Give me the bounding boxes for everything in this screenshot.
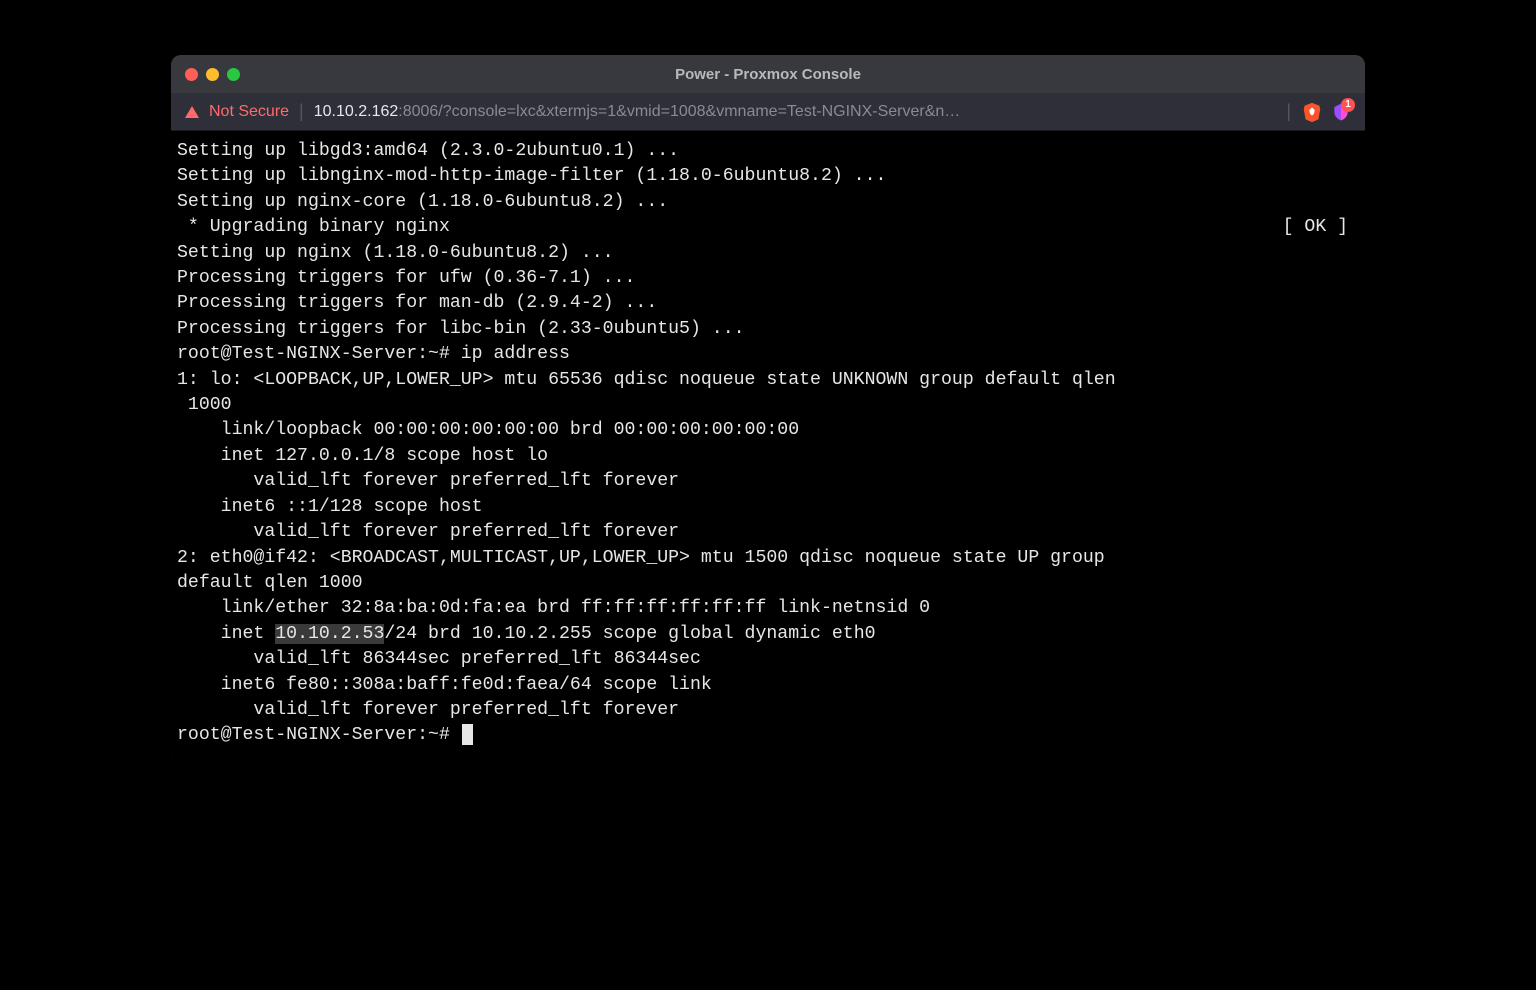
warning-icon: [185, 106, 199, 118]
terminal-line: link/ether 32:8a:ba:0d:fa:ea brd ff:ff:f…: [177, 598, 930, 618]
close-button[interactable]: [185, 68, 198, 81]
terminal[interactable]: Setting up libgd3:amd64 (2.3.0-2ubuntu0.…: [171, 131, 1365, 761]
url-host: 10.10.2.162: [314, 103, 399, 120]
minimize-button[interactable]: [206, 68, 219, 81]
terminal-prompt: root@Test-NGINX-Server:~#: [177, 725, 461, 745]
terminal-line: default qlen 1000: [177, 573, 363, 593]
status-ok: [ OK ]: [1283, 215, 1359, 240]
url-bar[interactable]: Not Secure | 10.10.2.162:8006/?console=l…: [171, 93, 1365, 131]
url-rest: :8006/?console=lxc&xtermjs=1&vmid=1008&v…: [398, 103, 960, 120]
terminal-line: Setting up libgd3:amd64 (2.3.0-2ubuntu0.…: [177, 141, 679, 161]
terminal-line: inet6 ::1/128 scope host: [177, 497, 494, 517]
titlebar[interactable]: Power - Proxmox Console: [171, 55, 1365, 93]
terminal-line: link/loopback 00:00:00:00:00:00 brd 00:0…: [177, 420, 799, 440]
terminal-line: valid_lft 86344sec preferred_lft 86344se…: [177, 649, 701, 669]
browser-window: Power - Proxmox Console Not Secure | 10.…: [171, 55, 1365, 761]
terminal-line: Setting up libnginx-mod-http-image-filte…: [177, 166, 886, 186]
terminal-line: valid_lft forever preferred_lft forever: [177, 700, 679, 720]
url-separator: |: [299, 101, 304, 122]
terminal-line: * Upgrading binary nginx: [177, 215, 450, 240]
extension-icons: 1: [1301, 101, 1351, 123]
terminal-line: 2: eth0@if42: <BROADCAST,MULTICAST,UP,LO…: [177, 548, 1116, 568]
window-title: Power - Proxmox Console: [675, 66, 861, 83]
terminal-line: Processing triggers for man-db (2.9.4-2)…: [177, 293, 657, 313]
terminal-line: 1: lo: <LOOPBACK,UP,LOWER_UP> mtu 65536 …: [177, 370, 1116, 390]
terminal-line: inet6 fe80::308a:baff:fe0d:faea/64 scope…: [177, 675, 723, 695]
terminal-line: valid_lft forever preferred_lft forever: [177, 522, 679, 542]
terminal-line: Setting up nginx-core (1.18.0-6ubuntu8.2…: [177, 192, 668, 212]
traffic-lights: [185, 68, 240, 81]
terminal-line: Processing triggers for ufw (0.36-7.1) .…: [177, 268, 635, 288]
brave-lion-icon[interactable]: [1301, 101, 1323, 123]
cursor: [462, 724, 473, 745]
shield-badge: 1: [1341, 98, 1355, 112]
terminal-output: Setting up libgd3:amd64 (2.3.0-2ubuntu0.…: [177, 139, 1359, 749]
not-secure-label[interactable]: Not Secure: [209, 103, 289, 121]
terminal-line: root@Test-NGINX-Server:~# ip address: [177, 344, 570, 364]
terminal-status-row: * Upgrading binary nginx [ OK ]: [177, 215, 1359, 240]
terminal-line: inet 10.10.2.53/24 brd 10.10.2.255 scope…: [177, 624, 876, 644]
terminal-line: inet 127.0.0.1/8 scope host lo: [177, 446, 548, 466]
url-separator: |: [1286, 101, 1291, 122]
terminal-line: Setting up nginx (1.18.0-6ubuntu8.2) ...: [177, 243, 614, 263]
shield-icon[interactable]: 1: [1331, 102, 1351, 122]
terminal-line: valid_lft forever preferred_lft forever: [177, 471, 679, 491]
zoom-button[interactable]: [227, 68, 240, 81]
highlighted-ip: 10.10.2.53: [275, 624, 384, 644]
url-text[interactable]: 10.10.2.162:8006/?console=lxc&xtermjs=1&…: [314, 103, 1277, 121]
terminal-line: Processing triggers for libc-bin (2.33-0…: [177, 319, 745, 339]
terminal-line: 1000: [177, 395, 232, 415]
